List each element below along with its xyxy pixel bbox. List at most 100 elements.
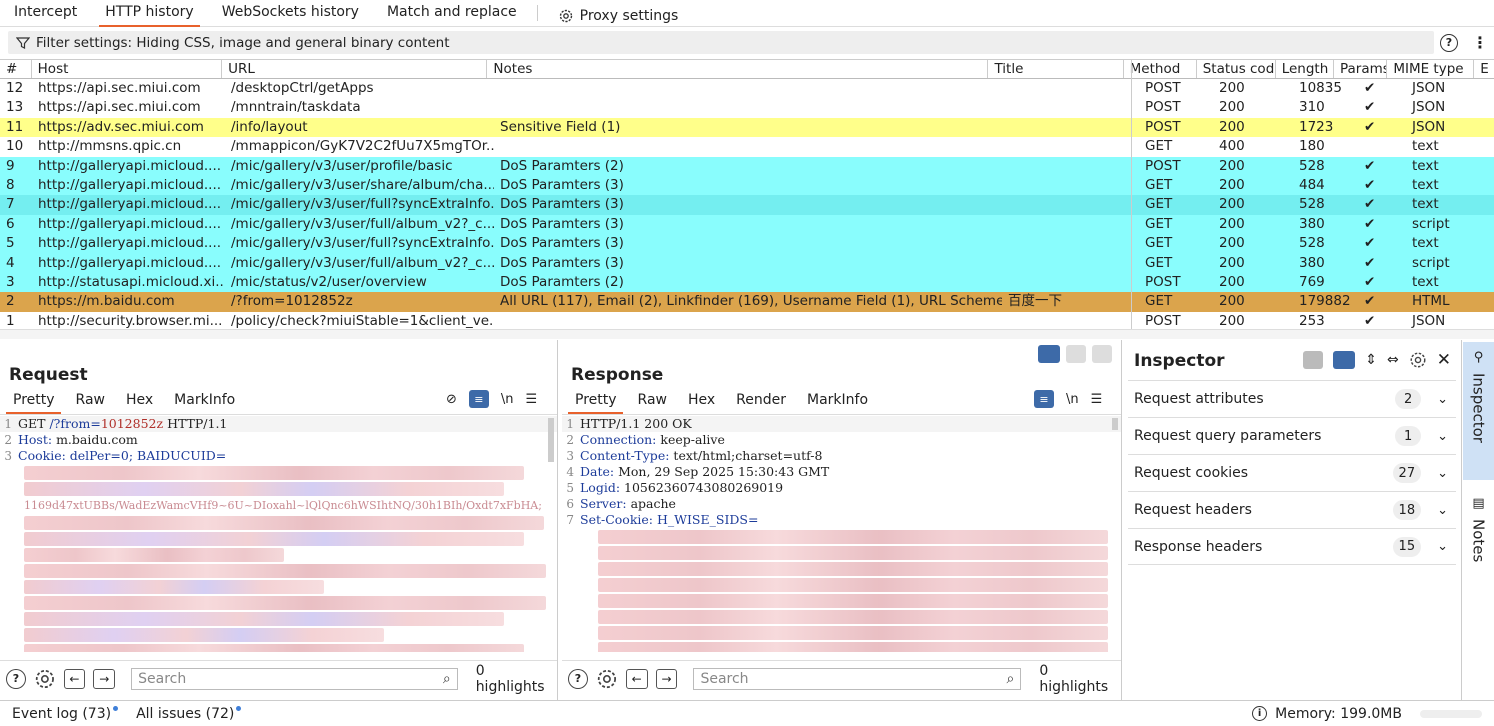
gear-icon[interactable] bbox=[34, 668, 56, 690]
table-cell-method: GET bbox=[1145, 215, 1173, 232]
table-row[interactable]: 2 https://m.baidu.com /?from=1012852z All U… bbox=[0, 292, 1494, 312]
table-cell-title bbox=[1002, 273, 1139, 292]
layout-single-icon[interactable] bbox=[1092, 345, 1112, 363]
side-tab-label: Notes bbox=[1469, 519, 1488, 563]
count-badge: 1 bbox=[1395, 426, 1422, 446]
wrap-icon[interactable]: ≡ bbox=[1034, 390, 1054, 408]
table-cell-status: 400 bbox=[1219, 138, 1245, 155]
table-row[interactable]: 3 http://statusapi.micloud.xi... /mic/stat… bbox=[0, 272, 1494, 293]
close-icon[interactable]: ✕ bbox=[1437, 350, 1451, 370]
menu-icon[interactable]: ☰ bbox=[1091, 392, 1103, 407]
tab-websockets-history[interactable]: WebSockets history bbox=[208, 0, 373, 27]
table-cell-length: 528 bbox=[1299, 196, 1325, 213]
arrow-left-icon[interactable]: ← bbox=[63, 668, 86, 689]
request-tab-pretty[interactable]: Pretty bbox=[6, 392, 69, 414]
filter-bar[interactable]: Filter settings: Hiding CSS, image and g… bbox=[8, 31, 1434, 54]
newline-icon[interactable]: \n bbox=[1066, 392, 1079, 407]
table-cell-status: 200 bbox=[1219, 293, 1245, 310]
section-label: Response headers bbox=[1134, 538, 1263, 555]
help-icon[interactable]: ? bbox=[6, 668, 26, 689]
column-header[interactable]: Title bbox=[988, 60, 1124, 78]
layout-horizontal-icon[interactable] bbox=[1066, 345, 1086, 363]
arrow-left-icon[interactable]: ← bbox=[625, 668, 648, 689]
help-icon[interactable]: ? bbox=[568, 668, 588, 689]
more-options-icon[interactable]: ⋮ bbox=[1472, 34, 1488, 51]
table-cell-title bbox=[1002, 234, 1139, 253]
column-header[interactable]: MIME type bbox=[1387, 60, 1475, 78]
newline-icon[interactable]: \n bbox=[501, 392, 514, 407]
column-header[interactable]: E bbox=[1474, 60, 1494, 78]
request-editor[interactable]: 1 GET /?from=1012852z HTTP/1.1 2 Host: m.b… bbox=[0, 416, 557, 652]
help-icon[interactable]: ? bbox=[1440, 33, 1458, 52]
column-header[interactable]: URL bbox=[222, 60, 488, 78]
table-cell-status: 200 bbox=[1219, 80, 1245, 96]
search-input[interactable]: Search ⌕ bbox=[693, 667, 1022, 690]
response-tab-render[interactable]: Render bbox=[729, 392, 800, 412]
event-log-link[interactable]: Event log (73) bbox=[12, 705, 119, 722]
table-row[interactable]: 9 http://galleryapi.micloud.... /mic/galle… bbox=[0, 156, 1494, 176]
request-tab-raw[interactable]: Raw bbox=[69, 392, 119, 412]
column-header[interactable]: Params bbox=[1334, 60, 1388, 78]
request-tab-hex[interactable]: Hex bbox=[119, 392, 167, 412]
table-row[interactable]: 4 http://galleryapi.micloud.... /mic/galle… bbox=[0, 253, 1494, 273]
table-cell-method: GET bbox=[1145, 176, 1173, 193]
table-cell-url: /mic/gallery/v3/user/profile/basic bbox=[231, 157, 453, 174]
scrollbar[interactable] bbox=[1112, 418, 1118, 430]
hide-icon[interactable]: ⊘ bbox=[446, 392, 457, 407]
table-row[interactable]: 6 http://galleryapi.micloud.... /mic/galle… bbox=[0, 214, 1494, 235]
inspector-section[interactable]: Request attributes 2 ⌄ bbox=[1128, 380, 1456, 417]
inspector-section[interactable]: Request query parameters 1 ⌄ bbox=[1128, 417, 1456, 454]
expand-all-icon[interactable]: ⇕ bbox=[1365, 352, 1377, 368]
layout-right-icon[interactable] bbox=[1333, 351, 1356, 369]
table-row[interactable]: 5 http://galleryapi.micloud.... /mic/galle… bbox=[0, 234, 1494, 254]
table-cell-length: 1723 bbox=[1299, 118, 1334, 135]
table-row[interactable]: 10 http://mmsns.qpic.cn/mmappicon/GyK7V2C… bbox=[0, 137, 1494, 156]
inspector-section[interactable]: Request cookies 27 ⌄ bbox=[1128, 454, 1456, 491]
request-tab-markinfo[interactable]: MarkInfo bbox=[167, 392, 249, 412]
tab-http-history[interactable]: HTTP history bbox=[91, 0, 207, 27]
collapse-all-icon[interactable]: ⇔ bbox=[1387, 352, 1399, 368]
split-handle[interactable] bbox=[0, 329, 1494, 339]
table-row[interactable]: 11 https://adv.sec.miui.com/info/layout Se… bbox=[0, 117, 1494, 138]
table-row[interactable]: 12 https://api.sec.miui.com/desktopCtrl/g… bbox=[0, 79, 1494, 98]
table-cell-mime: script bbox=[1412, 254, 1450, 271]
column-header[interactable]: Status code bbox=[1197, 60, 1276, 78]
layout-split-icon[interactable] bbox=[1038, 345, 1060, 363]
table-row[interactable]: 1 http://security.browser.mi... /policy/ch… bbox=[0, 312, 1494, 329]
response-tab-markinfo[interactable]: MarkInfo bbox=[800, 392, 882, 412]
gear-icon[interactable] bbox=[1409, 351, 1427, 369]
menu-icon[interactable]: ☰ bbox=[526, 392, 538, 407]
arrow-right-icon[interactable]: → bbox=[93, 668, 116, 689]
column-header[interactable]: Method bbox=[1124, 60, 1197, 78]
column-header[interactable]: Host bbox=[32, 60, 223, 78]
response-tab-pretty[interactable]: Pretty bbox=[568, 392, 631, 414]
redacted-text bbox=[598, 610, 1108, 624]
tab-match-and-replace[interactable]: Match and replace bbox=[373, 0, 531, 27]
inspector-section[interactable]: Response headers 15 ⌄ bbox=[1128, 528, 1456, 565]
response-editor[interactable]: 1 HTTP/1.1 200 OK 2 Connection: keep-alive… bbox=[562, 416, 1121, 652]
gear-icon[interactable] bbox=[596, 668, 618, 690]
column-header[interactable]: # bbox=[0, 60, 32, 78]
response-tab-raw[interactable]: Raw bbox=[631, 392, 681, 412]
tab-intercept[interactable]: Intercept bbox=[0, 0, 91, 27]
column-header[interactable]: Notes bbox=[487, 60, 989, 78]
all-issues-link[interactable]: All issues (72) bbox=[136, 705, 242, 722]
inspector-section[interactable]: Request headers 18 ⌄ bbox=[1128, 491, 1456, 528]
arrow-right-icon[interactable]: → bbox=[655, 668, 678, 689]
table-cell-mime: text bbox=[1412, 235, 1439, 252]
response-tab-hex[interactable]: Hex bbox=[681, 392, 729, 412]
column-header[interactable]: Length bbox=[1276, 60, 1334, 78]
scrollbar[interactable] bbox=[548, 418, 554, 462]
table-row[interactable]: 8 http://galleryapi.micloud.... /mic/galle… bbox=[0, 175, 1494, 196]
table-cell-notes: DoS Paramters (3) bbox=[500, 176, 624, 193]
table-cell-length: 528 bbox=[1299, 235, 1325, 252]
wrap-icon[interactable]: ≡ bbox=[468, 390, 489, 408]
side-tab-notes[interactable]: ▤ Notes bbox=[1463, 488, 1494, 562]
table-row[interactable]: 7 http://galleryapi.micloud.... /mic/galle… bbox=[0, 195, 1494, 215]
side-tab-inspector[interactable]: ⚲ Inspector bbox=[1463, 342, 1494, 480]
tab-proxy-settings[interactable]: Proxy settings bbox=[544, 0, 693, 27]
response-header: Date: Mon, 29 Sep 2025 15:30:43 GMT bbox=[580, 464, 830, 479]
search-input[interactable]: Search ⌕ bbox=[131, 667, 458, 690]
layout-left-icon[interactable] bbox=[1303, 351, 1324, 369]
table-row[interactable]: 13 https://api.sec.miui.com/mnntrain/task… bbox=[0, 98, 1494, 117]
